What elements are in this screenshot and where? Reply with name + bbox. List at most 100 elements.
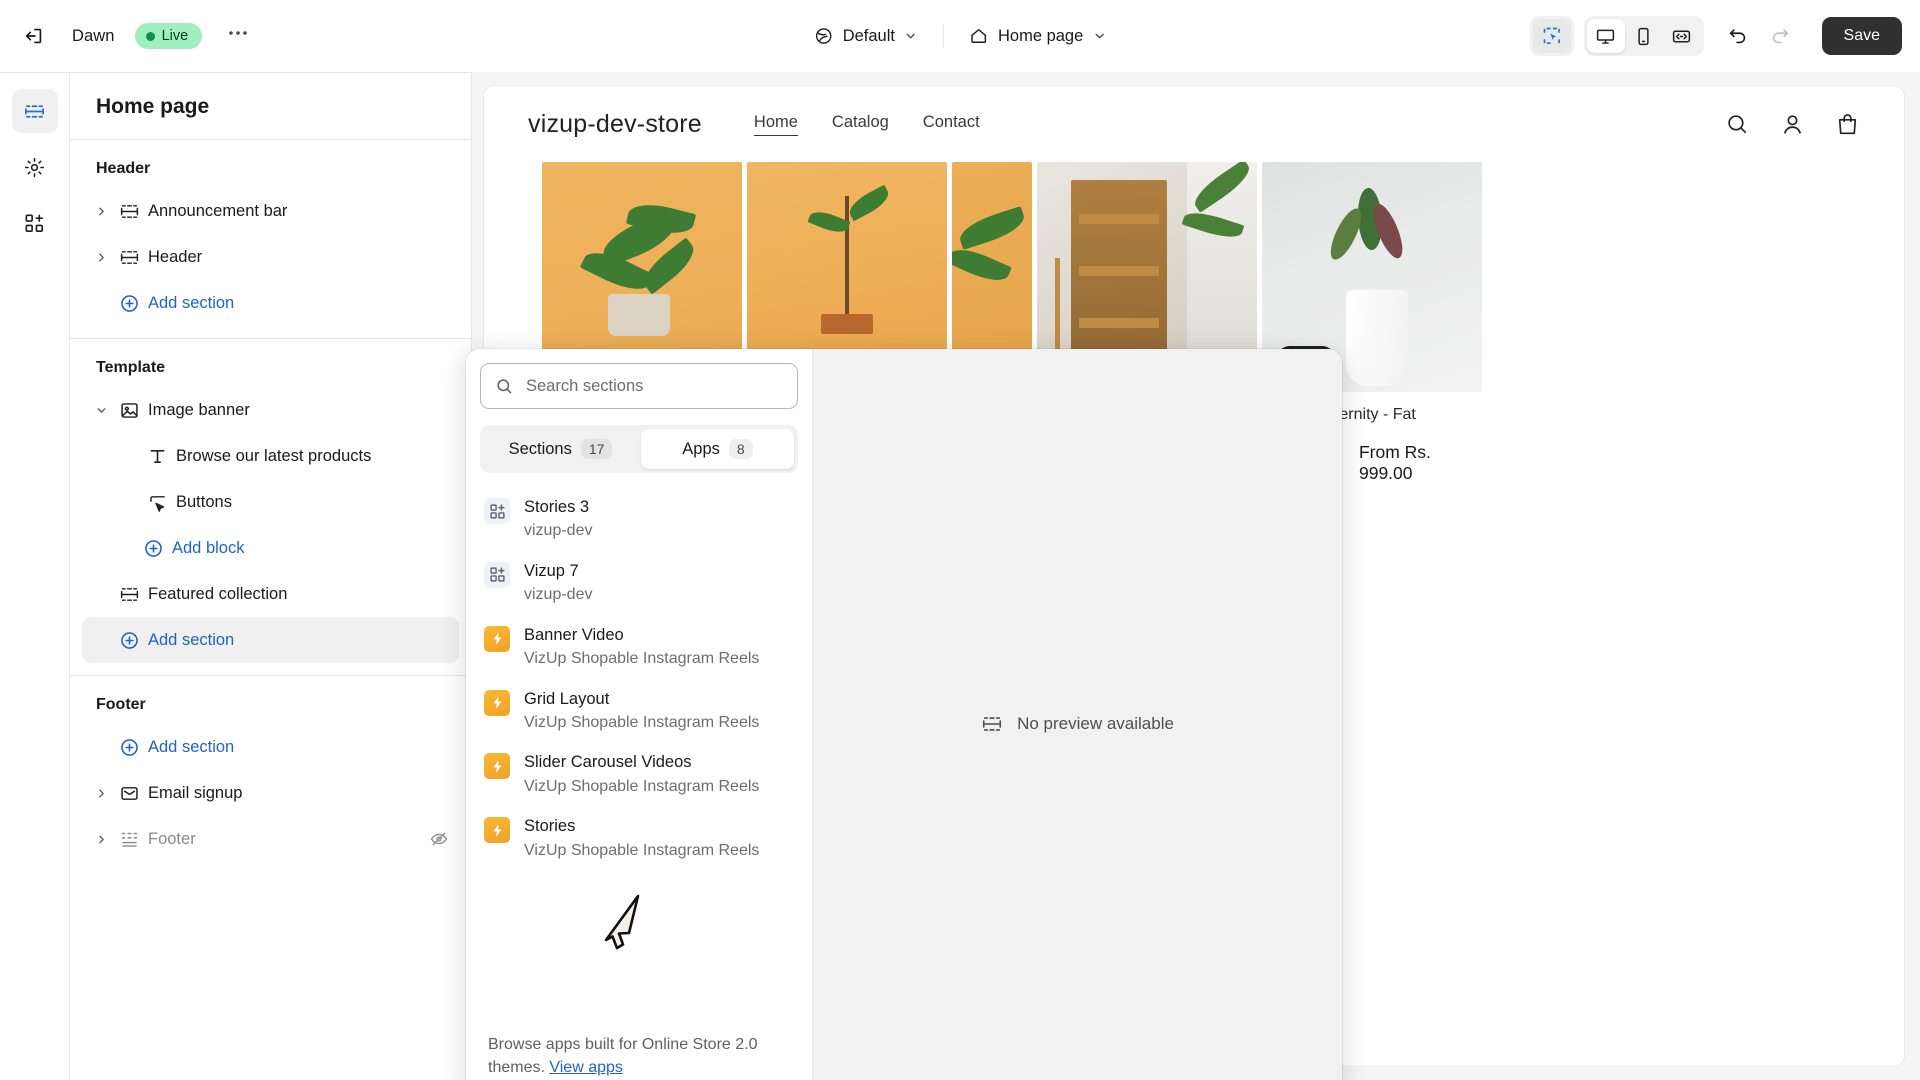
search-icon[interactable]	[1725, 112, 1750, 137]
list-item-title: Banner Video	[524, 624, 759, 646]
list-item-text: Stories VizUp Shopable Instagram Reels	[524, 815, 759, 861]
list-item[interactable]: Grid LayoutVizUp Shopable Instagram Reel…	[474, 679, 804, 743]
store-header: vizup-dev-store Home Catalog Contact	[484, 86, 1904, 162]
desktop-view-button[interactable]	[1587, 19, 1625, 53]
list-item-title: Stories 3	[524, 496, 592, 518]
tab-apps[interactable]: Apps 8	[641, 429, 794, 469]
sidebar-item-featured-collection[interactable]: Featured collection	[82, 571, 459, 617]
chevron-down-icon[interactable]	[88, 404, 114, 417]
store-header-icons	[1725, 112, 1860, 137]
chevron-down-icon	[904, 29, 918, 43]
sections-sidebar: Home page HeaderAnnouncement barHeaderAd…	[70, 72, 472, 1080]
theme-variant-label: Default	[843, 27, 895, 46]
footer-icon	[114, 829, 144, 850]
toolbar-right: Save	[1530, 16, 1902, 56]
chevron-right-icon[interactable]	[88, 787, 114, 800]
toolbar-divider	[943, 24, 944, 48]
store-nav-catalog[interactable]: Catalog	[832, 113, 889, 136]
sidebar-item-label: Add section	[148, 631, 234, 650]
toolbar-left: Dawn Live	[14, 16, 258, 56]
chevron-right-icon[interactable]	[88, 833, 114, 846]
apps-rail-button[interactable]	[12, 201, 58, 245]
sidebar-item-add-section[interactable]: Add section	[82, 617, 459, 663]
product-price-value: From Rs. 999.00	[1359, 442, 1482, 484]
sidebar-item-footer[interactable]: Footer	[82, 816, 459, 862]
more-options-button[interactable]	[218, 16, 258, 56]
device-view-group	[1584, 16, 1704, 56]
store-logo: vizup-dev-store	[528, 110, 702, 139]
list-item-text: Vizup 7vizup-dev	[524, 560, 592, 606]
list-item[interactable]: Slider Carousel Videos VizUp Shopable Ins…	[474, 742, 804, 806]
sidebar-item-label: Add block	[172, 539, 244, 558]
exit-icon[interactable]	[14, 16, 54, 56]
plus-circle-icon	[114, 293, 144, 314]
chevron-right-icon[interactable]	[88, 205, 114, 218]
tab-apps-count: 8	[729, 439, 753, 459]
save-button[interactable]: Save	[1822, 17, 1902, 55]
hidden-eye-icon[interactable]	[429, 829, 449, 849]
sidebar-item-add-block[interactable]: Add block	[82, 525, 459, 571]
sidebar-item-add-section[interactable]: Add section	[82, 280, 459, 326]
page-select[interactable]: Home page	[958, 19, 1117, 53]
sidebar-item-label: Image banner	[148, 401, 250, 420]
cart-icon[interactable]	[1835, 112, 1860, 137]
store-nav-home[interactable]: Home	[754, 113, 798, 136]
sidebar-item-buttons[interactable]: Buttons	[82, 479, 459, 525]
list-item[interactable]: Stories 3vizup-dev	[474, 487, 804, 551]
sidebar-item-email-signup[interactable]: Email signup	[82, 770, 459, 816]
button-icon	[142, 492, 172, 513]
app-bolt-icon	[484, 690, 510, 716]
sidebar-item-label: Email signup	[148, 784, 242, 803]
sidebar-item-label: Header	[148, 248, 202, 267]
search-box[interactable]	[480, 363, 798, 409]
panel-item-list[interactable]: Stories 3vizup-devVizup 7vizup-devBanner…	[466, 477, 812, 1024]
theme-settings-rail-button[interactable]	[12, 145, 58, 189]
list-item-subtitle: VizUp Shopable Instagram Reels	[524, 776, 759, 798]
sidebar-group: FooterAdd sectionEmail signupFooter	[70, 676, 471, 874]
store-nav-contact[interactable]: Contact	[923, 113, 980, 136]
panel-footer: Browse apps built for Online Store 2.0 t…	[466, 1024, 812, 1080]
list-item-subtitle: vizup-dev	[524, 584, 592, 606]
sidebar-item-image-banner[interactable]: Image banner	[82, 387, 459, 433]
list-item-title: Stories	[524, 815, 759, 837]
list-item-title: Slider Carousel Videos	[524, 751, 759, 773]
redo-button[interactable]	[1760, 16, 1800, 56]
section-icon	[114, 247, 144, 268]
list-item-subtitle: VizUp Shopable Instagram Reels	[524, 712, 759, 734]
sidebar-item-add-section[interactable]: Add section	[82, 724, 459, 770]
account-icon[interactable]	[1780, 112, 1805, 137]
sidebar-group: HeaderAnnouncement barHeaderAdd section	[70, 140, 471, 339]
store-nav: Home Catalog Contact	[754, 113, 980, 136]
list-item[interactable]: Vizup 7vizup-dev	[474, 551, 804, 615]
search-input[interactable]	[526, 377, 783, 396]
list-item-text: Banner VideoVizUp Shopable Instagram Ree…	[524, 624, 759, 670]
fullwidth-view-button[interactable]	[1663, 19, 1701, 53]
list-item-title: Vizup 7	[524, 560, 592, 582]
theme-name: Dawn	[72, 27, 115, 46]
text-icon	[142, 446, 172, 467]
editor-body: Home page HeaderAnnouncement barHeaderAd…	[0, 72, 1920, 1080]
mobile-view-button[interactable]	[1625, 19, 1663, 53]
toolbar-center: Default Home page	[803, 19, 1118, 53]
tab-sections[interactable]: Sections 17	[484, 429, 637, 469]
view-apps-link[interactable]: View apps	[549, 1059, 623, 1076]
theme-variant-select[interactable]: Default	[803, 19, 929, 53]
select-tool[interactable]	[1533, 19, 1571, 53]
sections-rail-button[interactable]	[12, 89, 58, 133]
list-item[interactable]: Stories VizUp Shopable Instagram Reels	[474, 806, 804, 870]
sidebar-item-header[interactable]: Header	[82, 234, 459, 280]
sidebar-item-label: Browse our latest products	[176, 447, 371, 466]
list-item-subtitle: VizUp Shopable Instagram Reels	[524, 840, 759, 862]
chevron-right-icon[interactable]	[88, 251, 114, 264]
sidebar-item-browse-our-latest-products[interactable]: Browse our latest products	[82, 433, 459, 479]
add-section-panel: Sections 17 Apps 8 Stories 3vizup-devViz…	[466, 349, 1342, 1080]
live-dot-icon	[146, 32, 155, 41]
panel-list-column: Sections 17 Apps 8 Stories 3vizup-devViz…	[466, 349, 812, 1080]
sidebar-group-title: Header	[82, 154, 459, 188]
app-bolt-icon	[484, 753, 510, 779]
sidebar-item-announcement-bar[interactable]: Announcement bar	[82, 188, 459, 234]
list-item[interactable]: Banner VideoVizUp Shopable Instagram Ree…	[474, 615, 804, 679]
undo-button[interactable]	[1718, 16, 1758, 56]
email-icon	[114, 783, 144, 804]
collection-icon	[114, 584, 144, 605]
